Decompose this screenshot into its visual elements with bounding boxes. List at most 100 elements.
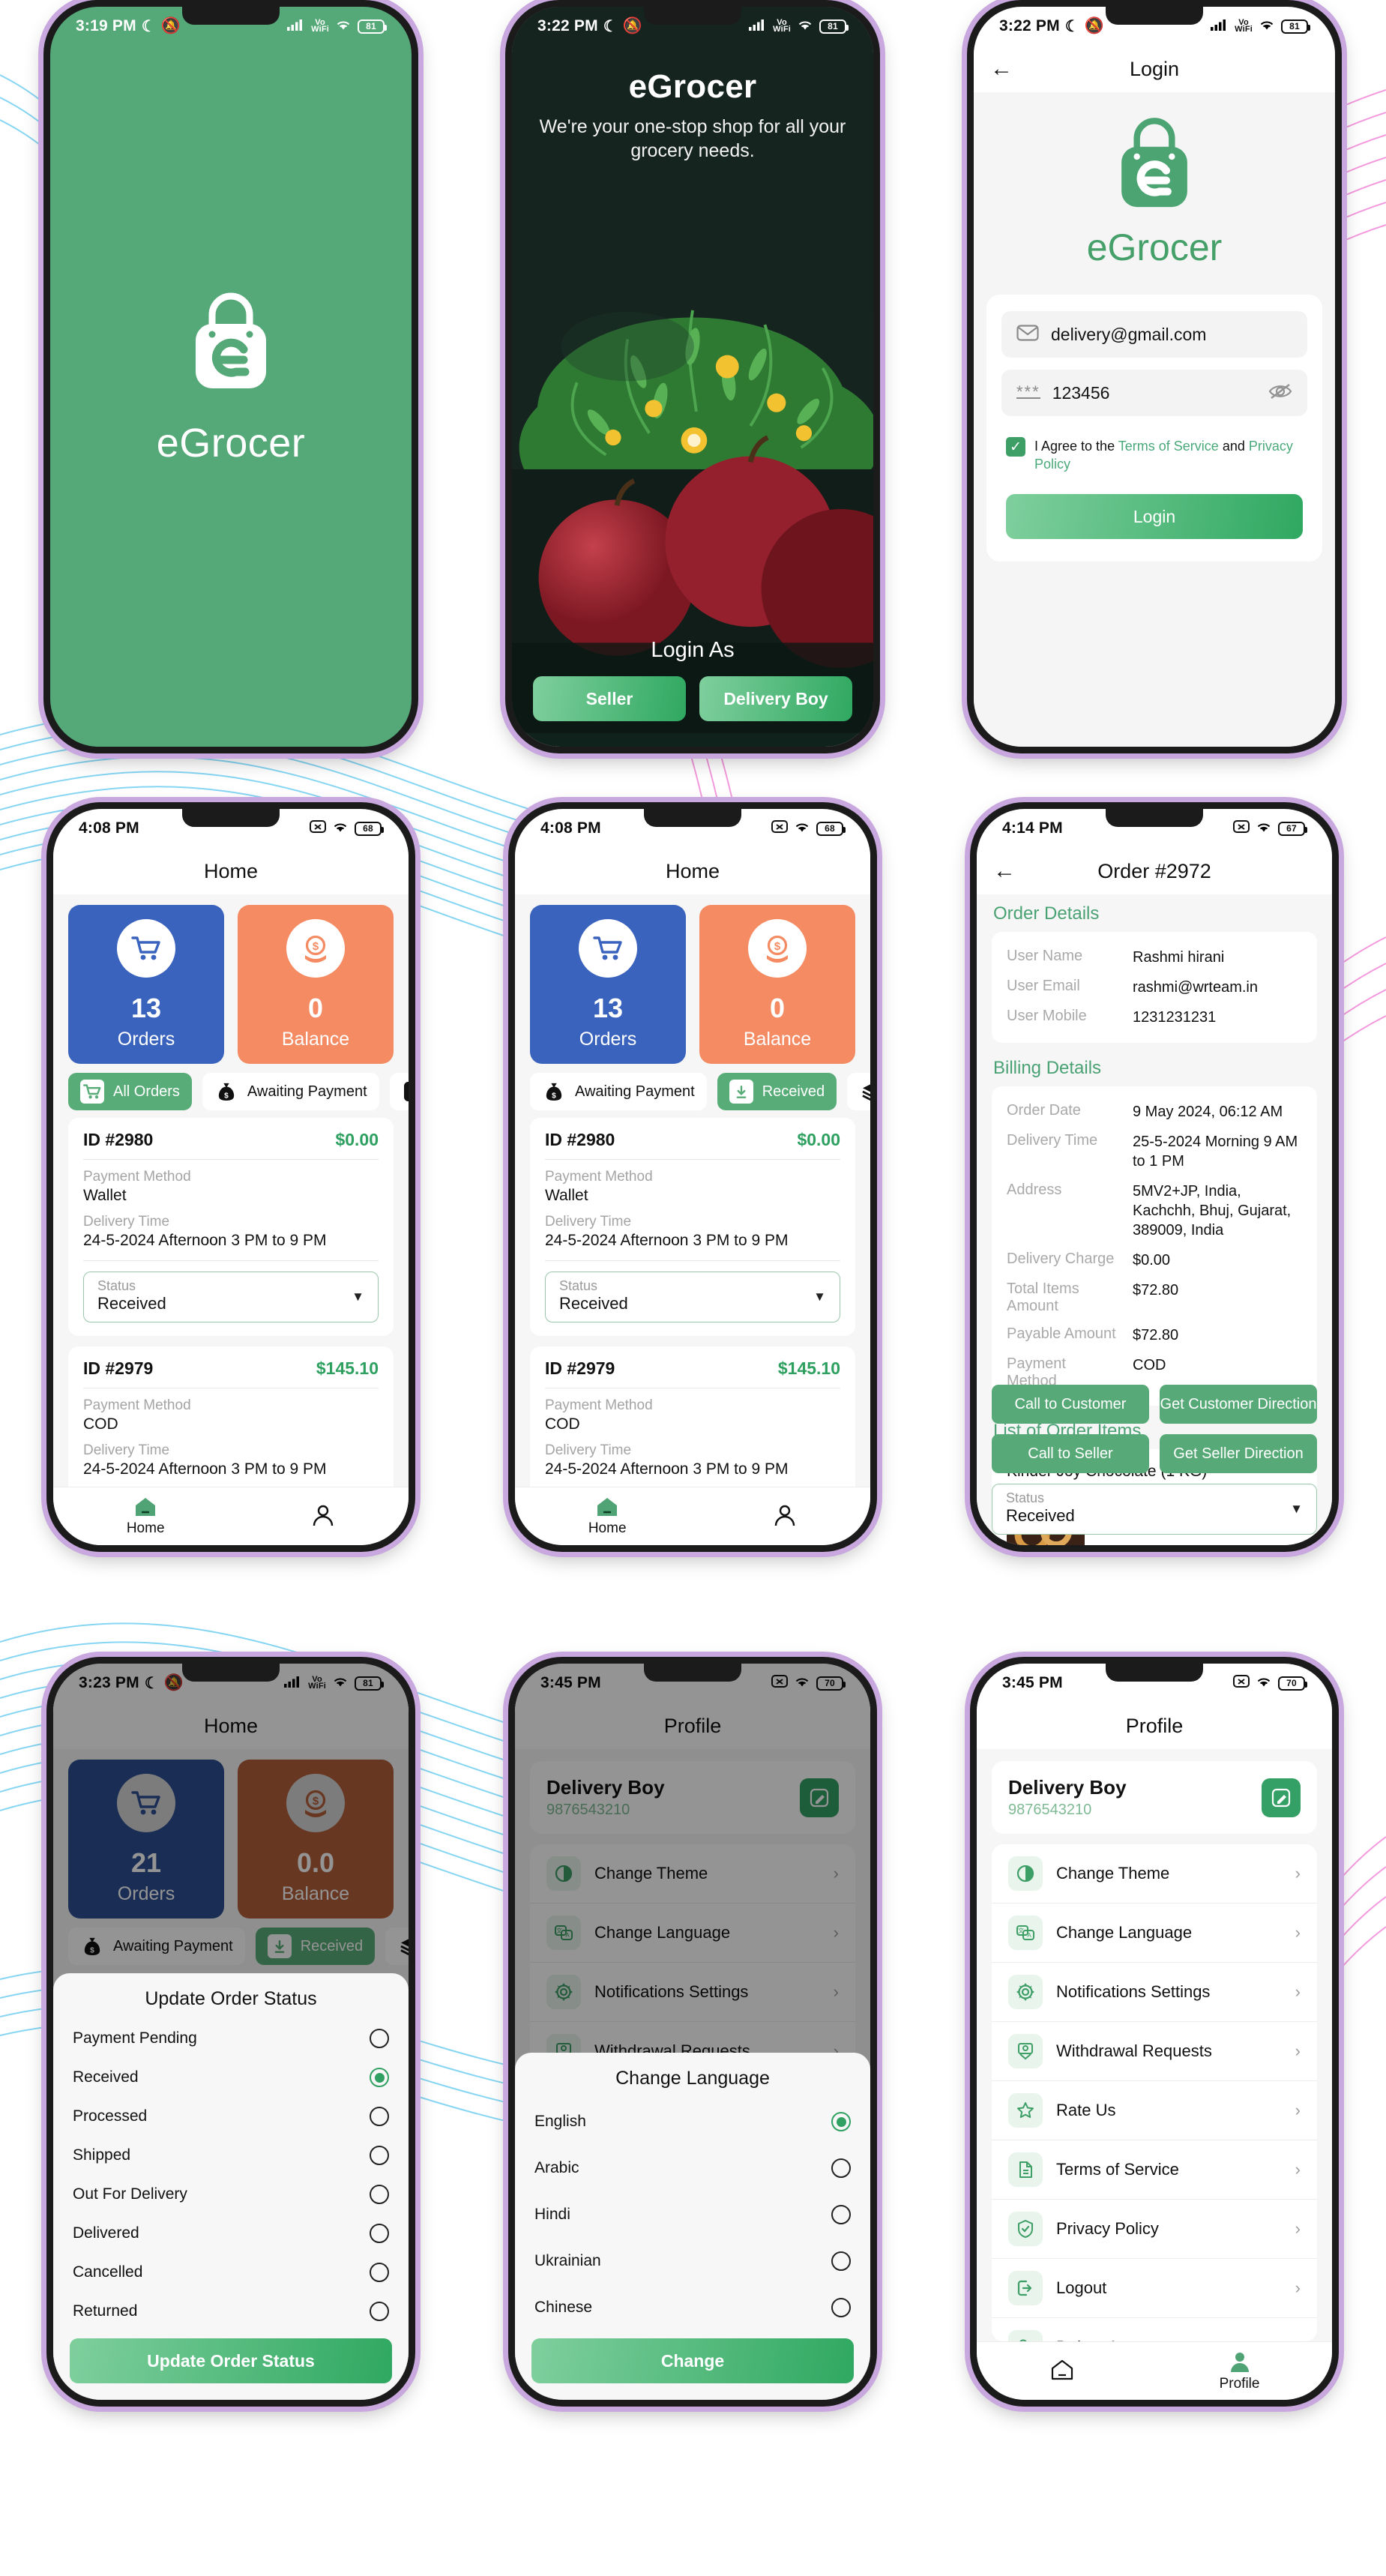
radio-button[interactable] — [831, 2298, 851, 2317]
svg-text:$: $ — [313, 940, 319, 953]
terms-of-service-link[interactable]: Terms of Service — [1118, 439, 1219, 454]
order-status-dropdown[interactable]: Status Received ▼ — [83, 1272, 379, 1322]
balance-stat-card[interactable]: $ 0 Balance — [699, 905, 855, 1064]
tab-processed[interactable]: Proces — [847, 1073, 870, 1110]
status-time: 3:19 PM — [76, 17, 136, 34]
menu-item-logout[interactable]: Logout › — [992, 2259, 1317, 2318]
status-option[interactable]: Delivered — [53, 2214, 409, 2253]
radio-button[interactable] — [370, 2107, 389, 2126]
menu-item-change-theme[interactable]: Change Theme › — [992, 1844, 1317, 1904]
radio-button[interactable] — [831, 2205, 851, 2224]
get-customer-direction-button[interactable]: Get Customer Direction — [1160, 1385, 1317, 1424]
nav-home[interactable]: Home — [127, 1496, 165, 1537]
nav-home[interactable] — [1049, 2359, 1075, 2383]
radio-button-selected[interactable] — [370, 2068, 389, 2087]
status-option[interactable]: Cancelled — [53, 2253, 409, 2292]
phone-screen: 3:19 PM ☾ 🔕 Vo WiFi 81 eGrocer — [50, 7, 412, 747]
tab-label: Awaiting Payment — [247, 1083, 367, 1100]
tab-received[interactable]: Received — [717, 1073, 837, 1110]
language-option[interactable]: Ukrainian — [515, 2238, 870, 2284]
orders-stat-card[interactable]: 13 Orders — [68, 905, 224, 1064]
status-label: Status — [559, 1278, 598, 1293]
back-arrow-icon[interactable]: ← — [990, 58, 1013, 80]
status-option[interactable]: Out For Delivery — [53, 2175, 409, 2214]
agree-checkbox[interactable]: ✓ — [1006, 437, 1025, 457]
radio-button-selected[interactable] — [831, 2112, 851, 2131]
radio-button[interactable] — [370, 2263, 389, 2282]
change-language-button[interactable]: Change — [531, 2338, 854, 2383]
status-option[interactable]: Returned — [53, 2292, 409, 2331]
get-seller-direction-button[interactable]: Get Seller Direction — [1160, 1434, 1317, 1473]
language-option[interactable]: English — [515, 2098, 870, 2145]
menu-item-change-language[interactable]: 文A Change Language › — [992, 1904, 1317, 1963]
tab-awaiting-payment[interactable]: $ Awaiting Payment — [202, 1073, 379, 1110]
call-seller-button[interactable]: Call to Seller — [992, 1434, 1149, 1473]
radio-button[interactable] — [370, 2224, 389, 2243]
radio-button[interactable] — [370, 2302, 389, 2321]
radio-button[interactable] — [370, 2146, 389, 2165]
status-time: 3:45 PM — [1002, 1674, 1063, 1691]
profile-menu-list: Change Theme › 文A Change Language › Noti… — [992, 1844, 1317, 2341]
language-option[interactable]: Chinese — [515, 2284, 870, 2331]
payment-method-value: COD — [83, 1415, 118, 1433]
delivery-boy-login-button[interactable]: Delivery Boy — [699, 676, 852, 721]
status-option[interactable]: Processed — [53, 2097, 409, 2136]
balance-stat-card[interactable]: $ 0 Balance — [238, 905, 394, 1064]
password-field[interactable]: *** 123456 — [1001, 370, 1307, 416]
call-customer-button[interactable]: Call to Customer — [992, 1385, 1149, 1424]
menu-item-notifications-settings[interactable]: Notifications Settings › — [992, 1963, 1317, 2022]
notch — [644, 1664, 741, 1682]
phone-frame: 3:45 PM 70 Profile Delivery Boy 98765432… — [508, 1657, 877, 2407]
radio-button[interactable] — [831, 2158, 851, 2178]
order-card[interactable]: ID #2979 $145.10 Payment Method COD Deli… — [68, 1346, 394, 1487]
update-order-status-button[interactable]: Update Order Status — [70, 2338, 392, 2383]
nav-profile[interactable] — [311, 1503, 335, 1529]
menu-item-rate-us[interactable]: Rate Us › — [992, 2081, 1317, 2140]
billing-row: Payable Amount $72.80 — [1007, 1320, 1302, 1350]
wifi-icon — [335, 17, 352, 35]
phone-screen: 4:08 PM 68 Home 13 Orders $ 0 Balance Al… — [53, 809, 409, 1545]
order-status-dropdown[interactable]: Status Received ▼ — [545, 1272, 840, 1322]
nav-profile[interactable] — [773, 1503, 797, 1529]
tab-received[interactable]: Receiv — [389, 1073, 409, 1110]
menu-item-terms-of-service[interactable]: Terms of Service › — [992, 2140, 1317, 2200]
order-card[interactable]: ID #2980 $0.00 Payment Method Wallet Del… — [68, 1118, 394, 1336]
tab-awaiting-payment[interactable]: $ Awaiting Payment — [530, 1073, 707, 1110]
back-arrow-icon[interactable]: ← — [993, 860, 1016, 882]
nav-home[interactable]: Home — [588, 1496, 627, 1537]
envelope-icon — [1016, 324, 1039, 346]
menu-item-delete-account[interactable]: Delete Account › — [992, 2318, 1317, 2341]
status-option[interactable]: Received — [53, 2058, 409, 2097]
volte-icon: Vo WiFi — [773, 18, 791, 34]
menu-item-withdrawal-requests[interactable]: Withdrawal Requests › — [992, 2022, 1317, 2081]
mockup-home-all-orders: 4:08 PM 68 Home 13 Orders $ 0 Balance Al… — [0, 802, 462, 1657]
terms-agreement[interactable]: ✓ I Agree to the Terms of Service and Pr… — [1001, 428, 1307, 473]
signal-icon — [1211, 17, 1229, 35]
language-option[interactable]: Hindi — [515, 2191, 870, 2238]
chevron-down-icon: ▼ — [352, 1289, 364, 1304]
order-card[interactable]: ID #2980 $0.00 Payment Method Wallet Del… — [530, 1118, 855, 1336]
status-option[interactable]: Payment Pending — [53, 2019, 409, 2058]
email-field[interactable]: delivery@gmail.com — [1001, 311, 1307, 358]
nav-profile[interactable]: Profile — [1220, 2350, 1259, 2392]
login-button[interactable]: Login — [1006, 494, 1303, 540]
chevron-down-icon: ▼ — [813, 1289, 826, 1304]
section-order-details: Order Details — [993, 903, 1100, 924]
app-wordmark: eGrocer — [1086, 226, 1223, 268]
battery-icon: 70 — [1278, 1676, 1307, 1691]
orders-stat-card[interactable]: 13 Orders — [530, 905, 686, 1064]
seller-login-button[interactable]: Seller — [533, 676, 686, 721]
billing-value: $0.00 — [1133, 1252, 1171, 1269]
radio-button[interactable] — [831, 2251, 851, 2271]
language-option[interactable]: Arabic — [515, 2145, 870, 2191]
tab-all-orders[interactable]: All Orders — [68, 1073, 192, 1110]
eye-off-icon[interactable] — [1268, 382, 1292, 405]
status-option[interactable]: Shipped — [53, 2136, 409, 2175]
radio-button[interactable] — [370, 2029, 389, 2048]
billing-key: Address — [1007, 1182, 1062, 1198]
radio-button[interactable] — [370, 2185, 389, 2204]
order-status-dropdown[interactable]: Status Received ▼ — [992, 1484, 1317, 1535]
order-card[interactable]: ID #2979 $145.10 Payment Method COD Deli… — [530, 1346, 855, 1487]
edit-profile-button[interactable] — [1262, 1778, 1301, 1817]
menu-item-privacy-policy[interactable]: Privacy Policy › — [992, 2200, 1317, 2259]
